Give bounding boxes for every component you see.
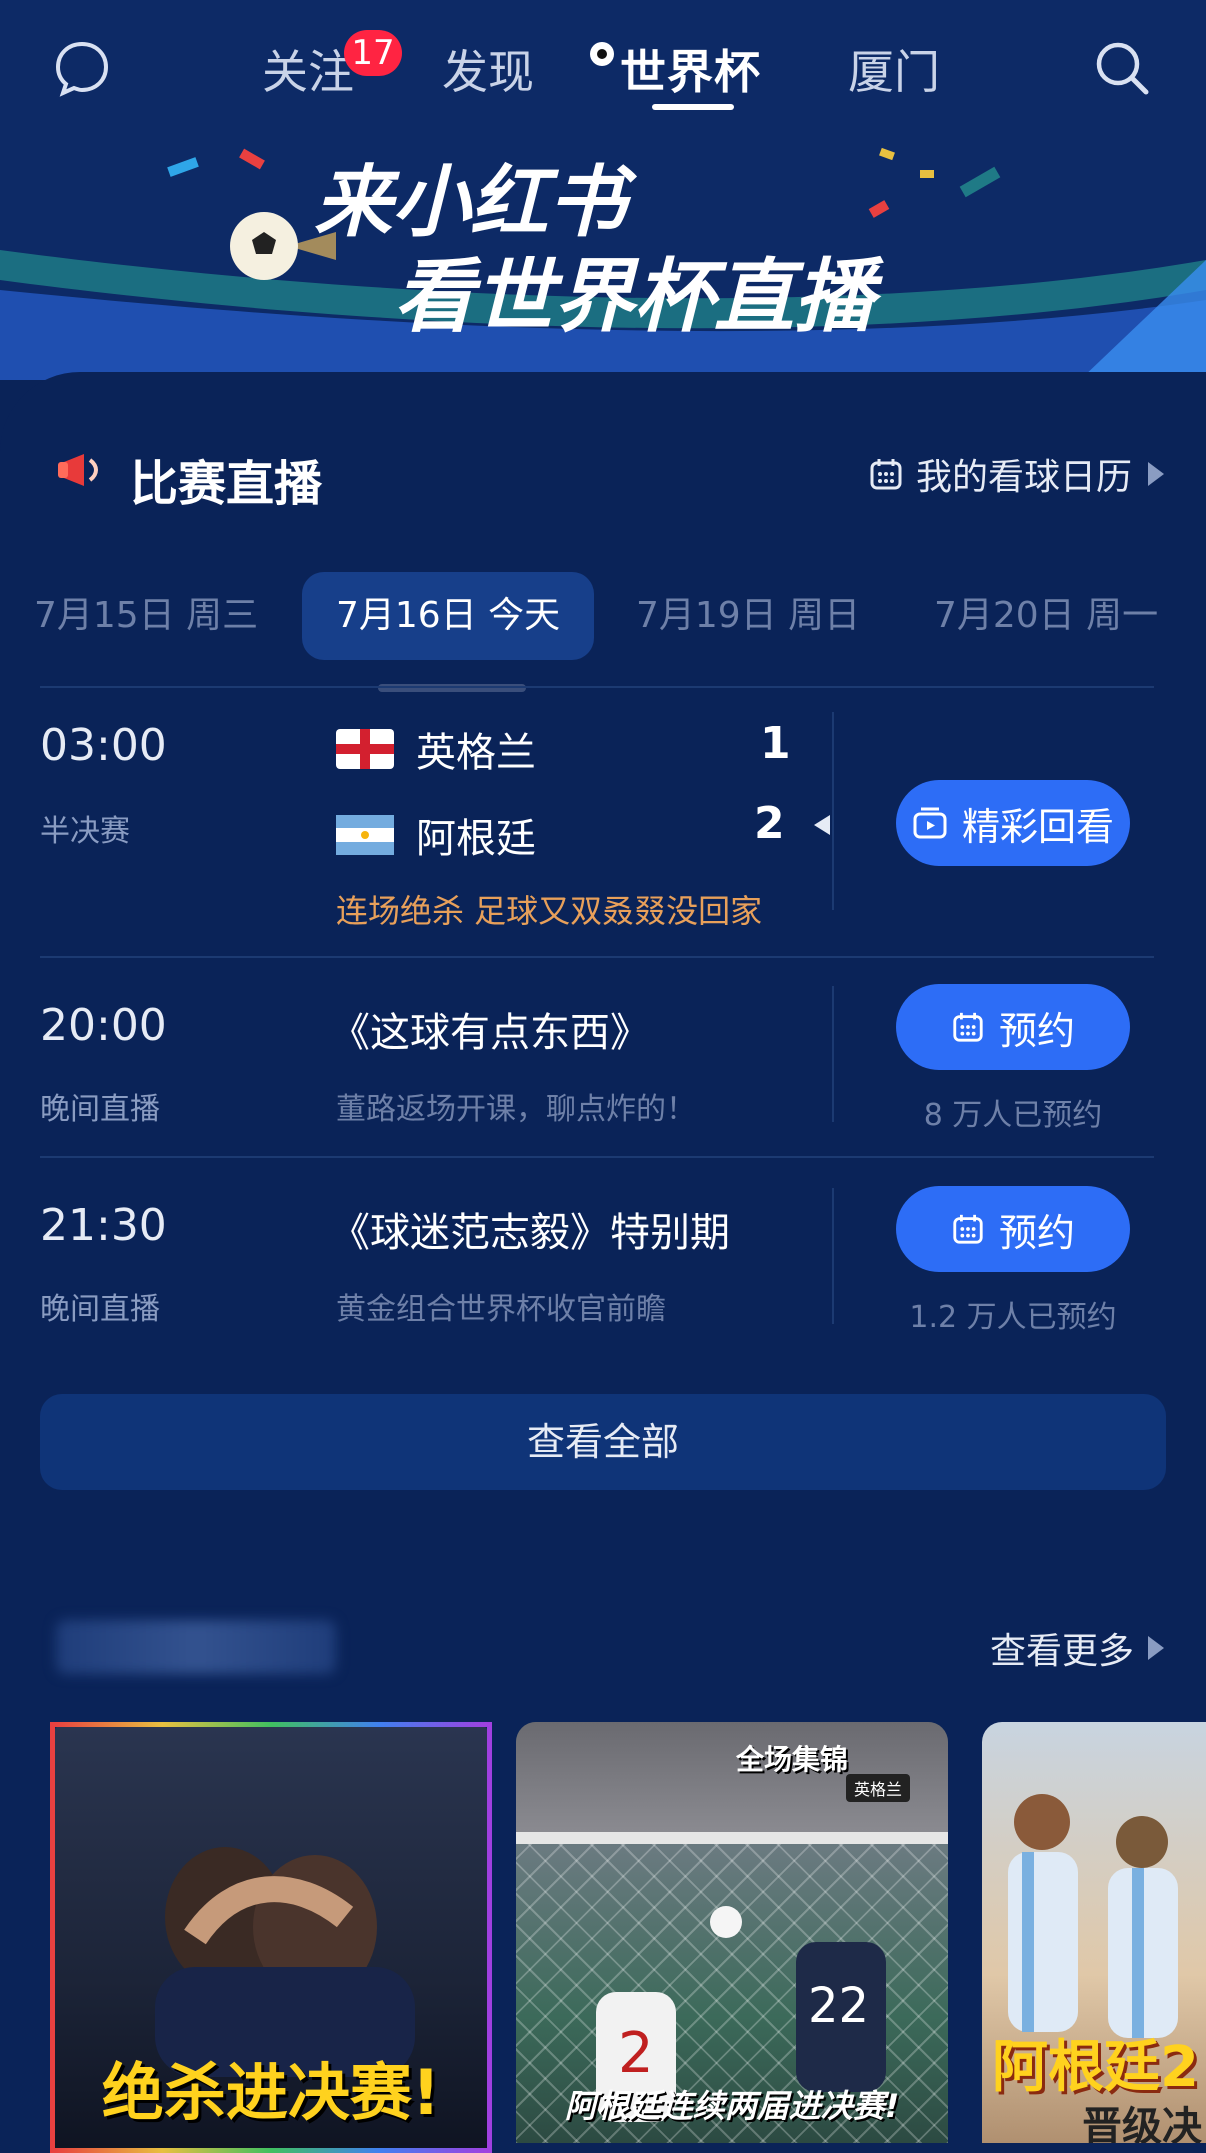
card-caption: 绝杀进决赛! — [101, 2056, 441, 2129]
reserve-button[interactable]: 预约 — [896, 1186, 1130, 1272]
video-card[interactable]: 绝杀进决赛! — [50, 1722, 492, 2153]
search-icon[interactable] — [1092, 38, 1152, 98]
card-caption: 阿根廷连续两届进决赛! — [564, 2087, 900, 2125]
card-caption: 阿根廷2 — [992, 2035, 1199, 2100]
tab-follow[interactable]: 关注 — [262, 36, 354, 102]
reserve-count: 1.2 万人已预约 — [909, 1300, 1117, 1335]
reserve-button-label: 预约 — [998, 1008, 1075, 1053]
svg-text:22: 22 — [808, 1978, 869, 2034]
blurred-section-title — [56, 1620, 336, 1674]
calendar-link-label: 我的看球日历 — [915, 457, 1132, 498]
tab-discover[interactable]: 发现 — [442, 36, 534, 102]
team1-name: 英格兰 — [416, 730, 536, 776]
tab-xiamen[interactable]: 厦门 — [848, 36, 940, 102]
goal-bar — [516, 1832, 948, 1844]
video-card[interactable]: 全场集锦 英格兰 2 22 阿根廷连续两届进决赛! — [516, 1722, 948, 2143]
match-time: 03:00 — [40, 720, 167, 771]
triangle-right-icon — [1148, 1636, 1164, 1660]
date-tabs: 7月15日 周三 7月16日 今天 7月19日 周日 7月20日 周一 — [0, 572, 1206, 660]
score-team1: 1 — [760, 718, 791, 769]
card-caption-sub: 晋级决 — [1082, 2104, 1202, 2143]
reserve-count: 8 万人已预约 — [923, 1098, 1103, 1133]
active-tab-indicator — [652, 104, 734, 110]
view-all-button[interactable]: 查看全部 — [40, 1394, 1166, 1490]
follow-badge: 17 — [344, 30, 402, 76]
tab-worldcup[interactable]: 世界杯 — [620, 36, 761, 102]
program-type: 晚间直播 — [40, 1092, 160, 1127]
worldcup-banner[interactable]: 来小红书 看世界杯直播 — [0, 140, 1206, 380]
england-flag-icon — [336, 729, 394, 769]
players-image — [1008, 1794, 1178, 2038]
winner-arrow-icon — [814, 815, 830, 835]
divider — [40, 1156, 1154, 1158]
reserve-button-label: 预约 — [998, 1210, 1075, 1255]
message-icon[interactable] — [52, 38, 112, 98]
divider — [40, 686, 1154, 688]
score-team2: 2 — [754, 798, 785, 849]
top-nav: 关注 17 发现 世界杯 厦门 — [0, 0, 1206, 140]
calendar-icon — [870, 459, 902, 490]
banner-line2: 看世界杯直播 — [394, 250, 874, 343]
see-more-link[interactable]: 查看更多 — [990, 1622, 1166, 1674]
card-tag: 全场集锦 — [736, 1743, 849, 1776]
card-badge: 英格兰 — [846, 1774, 911, 1802]
date-tab-jul15[interactable]: 7月15日 周三 — [34, 572, 258, 660]
program-title[interactable]: 《球迷范志毅》特别期 — [330, 1200, 730, 1258]
match-highlight[interactable]: 连场绝杀 足球又双叒叕没回家 — [336, 886, 762, 932]
calendar-icon — [953, 1012, 983, 1042]
reserve-button[interactable]: 预约 — [896, 984, 1130, 1070]
divider — [832, 712, 834, 910]
svg-text:2: 2 — [618, 2021, 654, 2086]
video-card[interactable]: 阿根廷2 晋级决 — [982, 1722, 1206, 2143]
date-tab-jul20[interactable]: 7月20日 周一 — [934, 572, 1158, 660]
replay-icon — [913, 807, 947, 839]
date-tab-jul16[interactable]: 7月16日 今天 — [302, 572, 595, 660]
team2-name: 阿根廷 — [416, 816, 536, 862]
megaphone-icon — [58, 454, 98, 486]
football-icon — [590, 42, 614, 66]
players-hug-image — [155, 1847, 415, 2077]
argentina-flag-icon — [336, 815, 394, 855]
program-desc: 黄金组合世界杯收官前瞻 — [336, 1292, 666, 1327]
calendar-link[interactable]: 我的看球日历 — [868, 448, 1166, 500]
replay-button[interactable]: 精彩回看 — [896, 780, 1130, 866]
divider — [832, 1188, 834, 1324]
program-title[interactable]: 《这球有点东西》 — [330, 1000, 650, 1058]
team-england[interactable]: 英格兰 — [336, 720, 536, 778]
calendar-icon — [953, 1214, 983, 1244]
program-time: 20:00 — [40, 1000, 167, 1051]
divider — [40, 956, 1154, 958]
team-argentina[interactable]: 阿根廷 — [336, 806, 536, 864]
program-desc: 董路返场开课，聊点炸的！ — [336, 1092, 696, 1127]
replay-button-label: 精彩回看 — [961, 804, 1114, 849]
divider — [832, 986, 834, 1122]
triangle-right-icon — [1148, 462, 1164, 486]
program-time: 21:30 — [40, 1200, 167, 1251]
match-stage: 半决赛 — [40, 814, 130, 849]
date-tab-jul19[interactable]: 7月19日 周日 — [636, 572, 860, 660]
program-type: 晚间直播 — [40, 1292, 160, 1327]
live-section-title: 比赛直播 — [130, 456, 323, 512]
see-more-label: 查看更多 — [989, 1631, 1134, 1672]
